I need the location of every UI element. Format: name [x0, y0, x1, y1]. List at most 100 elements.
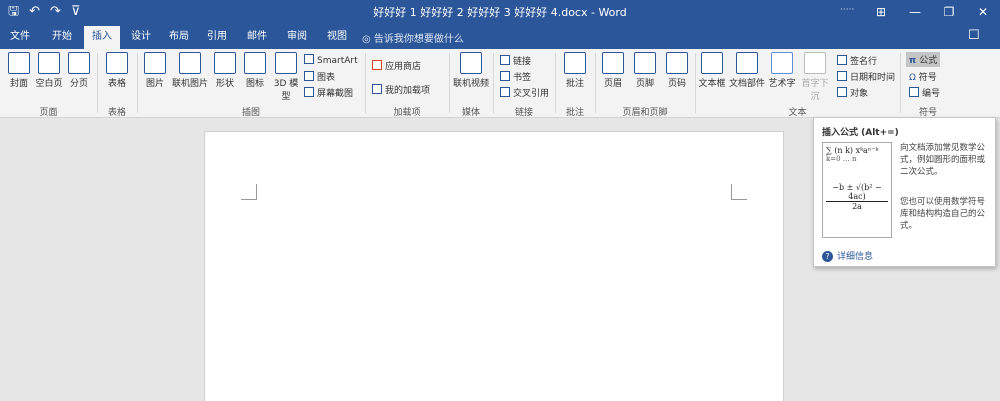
comment-button[interactable]: 批注 — [562, 52, 588, 89]
calendar-icon — [837, 71, 847, 81]
group-separator — [595, 53, 596, 113]
online-video-label: 联机视频 — [452, 79, 489, 89]
online-video-button[interactable]: 联机视频 — [452, 52, 490, 89]
link-label: 链接 — [513, 57, 532, 67]
chart-icon — [304, 71, 314, 81]
footer-button[interactable]: 页脚 — [632, 52, 658, 89]
wordart-button[interactable]: 艺术字 — [768, 52, 796, 89]
group-separator — [137, 53, 138, 113]
header-button[interactable]: 页眉 — [600, 52, 626, 89]
dropcap-button: 首字下沉 — [798, 52, 832, 102]
dropcap-label: 首字下沉 — [801, 79, 829, 102]
crossref-button[interactable]: 交叉引用 — [500, 86, 549, 99]
more-info-link[interactable]: ? 详细信息 — [822, 249, 873, 262]
equation-tooltip: 插入公式 (Alt+=) ∑ (n k) xᵏaⁿ⁻ᵏ k=0 … n −b ±… — [813, 117, 996, 267]
page-break-button[interactable]: 分页 — [66, 52, 92, 89]
link-icon — [500, 55, 510, 65]
quickparts-button[interactable]: 文档部件 — [728, 52, 766, 89]
ribbon-display-icon[interactable]: ⊞ — [864, 0, 898, 24]
bookmark-icon — [500, 71, 510, 81]
blank-page-icon — [38, 52, 60, 74]
window-controls: ⊞ — ❐ ✕ — [864, 0, 1000, 24]
object-button[interactable]: 对象 — [837, 86, 868, 99]
quick-access-toolbar: 🖫 ↶ ↷ ⊽ — [8, 3, 80, 21]
picture-button[interactable]: 图片 — [142, 52, 168, 89]
pi-icon: π — [909, 56, 920, 66]
3d-model-label: 3D 模型 — [273, 79, 299, 102]
redo-icon[interactable]: ↷ — [50, 3, 61, 21]
group-separator — [695, 53, 696, 113]
numbering-icon — [909, 87, 919, 97]
window-title: 好好好 1 好好好 2 好好好 3 好好好 4.docx - Word — [373, 6, 627, 19]
shapes-label: 形状 — [215, 79, 234, 89]
tab-mailings[interactable]: 邮件 — [240, 26, 274, 49]
group-label-addins: 加载项 — [393, 108, 421, 118]
cover-page-icon — [8, 52, 30, 74]
quadratic-numerator: −b ± √(b² − 4ac) — [826, 183, 888, 202]
shapes-button[interactable]: 形状 — [212, 52, 238, 89]
tab-view[interactable]: 视图 — [320, 26, 354, 49]
tab-layout[interactable]: 布局 — [162, 26, 196, 49]
textbox-label: 文本框 — [698, 79, 726, 89]
screenshot-button[interactable]: 屏幕截图 — [304, 86, 353, 99]
3d-model-button[interactable]: 3D 模型 — [272, 52, 300, 102]
picture-icon — [144, 52, 166, 74]
tab-references[interactable]: 引用 — [200, 26, 234, 49]
my-addins-label: 我的加载项 — [385, 86, 431, 96]
signature-icon — [837, 55, 847, 65]
restore-icon[interactable]: ❐ — [932, 0, 966, 24]
tooltip-description-extra: 您也可以使用数学符号库和结构构造自己的公式。 — [900, 197, 986, 231]
textbox-button[interactable]: 文本框 — [698, 52, 726, 89]
my-addins-button[interactable]: 我的加载项 — [372, 83, 430, 96]
ribbon: 封面 空白页 分页 页面 表格 表格 图片 联机图片 形状 图标 3D 模型 S… — [0, 49, 1000, 118]
icons-button[interactable]: 图标 — [242, 52, 268, 89]
numbering-label: 编号 — [922, 89, 941, 99]
tab-insert[interactable]: 插入 — [84, 26, 120, 49]
bookmark-label: 书签 — [513, 73, 532, 83]
link-button[interactable]: 链接 — [500, 54, 531, 67]
table-button[interactable]: 表格 — [104, 52, 130, 89]
cover-page-button[interactable]: 封面 — [6, 52, 32, 89]
ribbon-tab-bar: 文件 开始 插入 设计 布局 引用 邮件 审阅 视图 ◎ 告诉我你想要做什么 ☐ — [0, 24, 1000, 49]
group-label-header-footer: 页眉和页脚 — [622, 108, 668, 118]
store-button[interactable]: 应用商店 — [372, 59, 421, 72]
omega-icon: Ω — [909, 73, 919, 83]
minimize-icon[interactable]: — — [898, 0, 932, 24]
online-picture-button[interactable]: 联机图片 — [170, 52, 210, 89]
crossref-label: 交叉引用 — [513, 89, 550, 99]
close-icon[interactable]: ✕ — [966, 0, 1000, 24]
icons-label: 图标 — [245, 79, 264, 89]
signature-button[interactable]: 签名行 — [837, 54, 877, 67]
undo-icon[interactable]: ↶ — [29, 3, 40, 21]
numbering-button[interactable]: 编号 — [909, 86, 940, 99]
account-name[interactable]: ····· — [840, 5, 854, 15]
bookmark-button[interactable]: 书签 — [500, 70, 531, 83]
formula-preview: ∑ (n k) xᵏaⁿ⁻ᵏ k=0 … n −b ± √(b² − 4ac) … — [822, 142, 892, 238]
tab-design[interactable]: 设计 — [124, 26, 158, 49]
crossref-icon — [500, 87, 510, 97]
group-separator — [449, 53, 450, 113]
page-number-button[interactable]: 页码 — [664, 52, 690, 89]
tab-review[interactable]: 审阅 — [280, 26, 314, 49]
equation-button[interactable]: π 公式 — [906, 52, 941, 67]
binomial-formula: ∑ (n k) xᵏaⁿ⁻ᵏ — [826, 146, 879, 155]
symbol-button[interactable]: Ω 符号 — [909, 70, 937, 83]
tab-home[interactable]: 开始 — [44, 26, 80, 49]
cube-icon — [275, 52, 297, 74]
my-addins-icon — [372, 84, 382, 94]
share-icon[interactable]: ☐ — [968, 28, 980, 43]
wordart-icon — [771, 52, 793, 74]
store-icon — [372, 60, 382, 70]
blank-page-label: 空白页 — [35, 79, 63, 89]
page-break-icon — [68, 52, 90, 74]
tell-me-search[interactable]: ◎ 告诉我你想要做什么 — [362, 30, 464, 45]
customize-qat-icon[interactable]: ⊽ — [71, 3, 81, 21]
datetime-button[interactable]: 日期和时间 — [837, 70, 895, 83]
blank-page-button[interactable]: 空白页 — [34, 52, 64, 89]
chart-button[interactable]: 图表 — [304, 70, 335, 83]
smartart-button[interactable]: SmartArt — [304, 54, 358, 66]
tab-file[interactable]: 文件 — [4, 26, 36, 49]
more-info-label: 详细信息 — [837, 252, 874, 262]
document-page[interactable] — [204, 131, 784, 401]
save-icon[interactable]: 🖫 — [8, 3, 19, 21]
